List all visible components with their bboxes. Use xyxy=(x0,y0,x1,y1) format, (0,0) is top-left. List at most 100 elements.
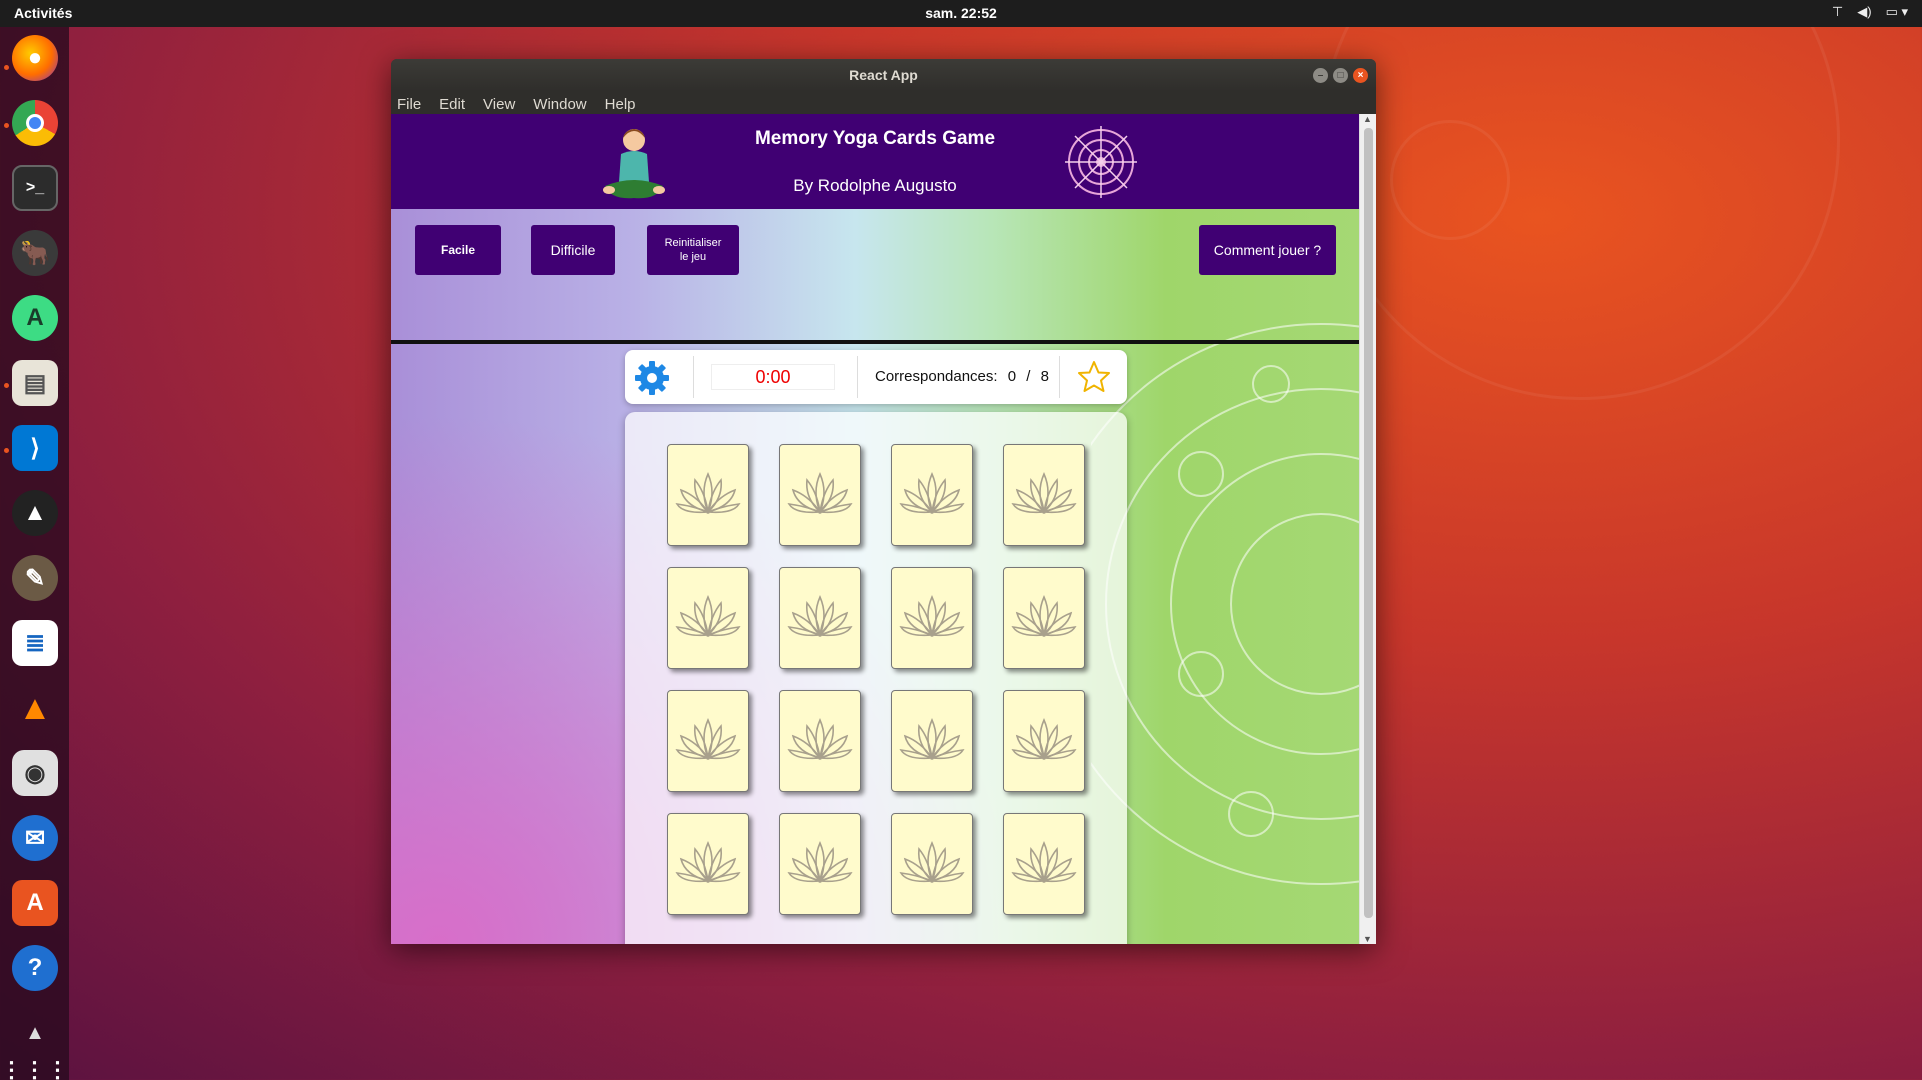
memory-card[interactable] xyxy=(667,690,749,792)
lotus-icon xyxy=(1009,468,1079,523)
speaker-icon[interactable]: ◉ xyxy=(12,750,58,796)
memory-card[interactable] xyxy=(779,567,861,669)
memory-card[interactable] xyxy=(667,444,749,546)
matches-total: 8 xyxy=(1040,368,1049,385)
scrollbar-thumb[interactable] xyxy=(1364,128,1373,918)
memory-card[interactable] xyxy=(779,444,861,546)
window-title: React App xyxy=(849,67,918,83)
activities-button[interactable]: Activités xyxy=(14,5,72,21)
memory-card[interactable] xyxy=(1003,690,1085,792)
app-window: React App – □ × File Edit View Window He… xyxy=(391,59,1376,944)
mandala-logo-icon xyxy=(1065,126,1137,198)
gimp-icon[interactable]: ✎ xyxy=(12,555,58,601)
window-titlebar[interactable]: React App – □ × xyxy=(391,59,1376,91)
help-icon[interactable]: ? xyxy=(12,945,58,991)
memory-card[interactable] xyxy=(891,567,973,669)
menu-view[interactable]: View xyxy=(483,96,515,113)
timer-display: 0:00 xyxy=(711,364,835,390)
volume-icon[interactable]: ◀) xyxy=(1857,4,1871,20)
menu-edit[interactable]: Edit xyxy=(439,96,465,113)
desktop-decoration xyxy=(1390,120,1510,240)
system-tray[interactable]: ⊤ ◀) ▭ ▾ xyxy=(1832,4,1908,20)
card-board xyxy=(625,412,1127,944)
memory-card[interactable] xyxy=(667,567,749,669)
reset-button-line2: le jeu xyxy=(679,251,707,263)
lotus-icon xyxy=(1009,591,1079,646)
reset-button[interactable]: Reinitialiser le jeu xyxy=(647,225,739,275)
menu-window[interactable]: Window xyxy=(533,96,586,113)
lotus-icon xyxy=(897,837,967,892)
matches-separator: / xyxy=(1026,368,1031,385)
chrome-icon[interactable] xyxy=(12,100,58,146)
memory-card[interactable] xyxy=(779,813,861,915)
lotus-icon xyxy=(673,714,743,769)
status-separator xyxy=(1059,356,1060,398)
memory-card[interactable] xyxy=(1003,567,1085,669)
top-bar: Activités sam. 22:52 ⊤ ◀) ▭ ▾ xyxy=(0,0,1922,27)
android-studio-icon[interactable]: A xyxy=(12,295,58,341)
lotus-icon xyxy=(897,591,967,646)
lotus-icon xyxy=(785,837,855,892)
battery-icon[interactable]: ▭ ▾ xyxy=(1886,4,1908,20)
hard-button[interactable]: Difficile xyxy=(531,225,615,275)
lotus-icon xyxy=(673,591,743,646)
app-grid-icon[interactable]: ⋮⋮⋮ xyxy=(1,1047,69,1080)
memory-card[interactable] xyxy=(891,813,973,915)
header-divider xyxy=(391,340,1359,344)
vscode-icon[interactable]: ⟩ xyxy=(12,425,58,471)
app-content: Memory Yoga Cards Game By Rodolphe Augus… xyxy=(391,114,1359,944)
lotus-icon xyxy=(1009,714,1079,769)
running-indicator xyxy=(4,65,9,70)
status-separator xyxy=(857,356,858,398)
terminal-icon[interactable]: >_ xyxy=(12,165,58,211)
thunderbird-icon[interactable]: ✉ xyxy=(12,815,58,861)
lotus-icon xyxy=(673,468,743,523)
memory-card[interactable] xyxy=(891,444,973,546)
vlc-icon[interactable]: ▲ xyxy=(12,685,58,731)
controls-toolbar: Facile Difficile Reinitialiser le jeu Co… xyxy=(391,209,1359,281)
lotus-icon xyxy=(897,714,967,769)
status-separator xyxy=(693,356,694,398)
app-author: By Rodolphe Augusto xyxy=(793,176,957,195)
lotus-icon xyxy=(785,468,855,523)
memory-card[interactable] xyxy=(779,690,861,792)
app-header: Memory Yoga Cards Game By Rodolphe Augus… xyxy=(391,114,1359,209)
mandala-background xyxy=(1091,323,1359,885)
vertical-scrollbar[interactable]: ▲ ▼ xyxy=(1359,114,1376,944)
memory-card[interactable] xyxy=(891,690,973,792)
scroll-up-arrow[interactable]: ▲ xyxy=(1363,114,1372,124)
close-button[interactable]: × xyxy=(1353,68,1368,83)
inkscape-icon[interactable]: ▲ xyxy=(12,490,58,536)
minimize-button[interactable]: – xyxy=(1313,68,1328,83)
running-indicator xyxy=(4,123,9,128)
menu-help[interactable]: Help xyxy=(605,96,636,113)
lotus-icon xyxy=(897,468,967,523)
memory-card[interactable] xyxy=(1003,444,1085,546)
lotus-icon xyxy=(673,837,743,892)
matches-label: Correspondances: xyxy=(875,368,998,385)
gnu-icon[interactable]: 🐂 xyxy=(12,230,58,276)
running-indicator xyxy=(4,448,9,453)
software-center-icon[interactable]: A xyxy=(12,880,58,926)
writer-icon[interactable]: ≣ xyxy=(12,620,58,666)
matches-found: 0 xyxy=(1007,368,1017,385)
app-title: Memory Yoga Cards Game xyxy=(754,128,996,149)
memory-card[interactable] xyxy=(667,813,749,915)
maximize-button[interactable]: □ xyxy=(1333,68,1348,83)
dock: ● >_ 🐂 A ▤ ⟩ ▲ ✎ ≣ ▲ ◉ ✉ A ? ▲ ⋮⋮⋮ xyxy=(0,27,69,1080)
clock[interactable]: sam. 22:52 xyxy=(925,5,997,21)
status-bar: 0:00 Correspondances: 0 / 8 xyxy=(625,350,1127,404)
network-icon[interactable]: ⊤ xyxy=(1832,4,1843,20)
memory-card[interactable] xyxy=(1003,813,1085,915)
easy-button[interactable]: Facile xyxy=(415,225,501,275)
firefox-icon[interactable]: ● xyxy=(12,35,58,81)
menu-file[interactable]: File xyxy=(397,96,421,113)
star-icon[interactable] xyxy=(1077,360,1111,394)
matches-counter: Correspondances: 0 / 8 xyxy=(875,368,1049,385)
reset-button-line1: Reinitialiser xyxy=(664,237,722,249)
settings-gear-icon[interactable] xyxy=(633,359,671,397)
how-to-play-button[interactable]: Comment jouer ? xyxy=(1199,225,1336,275)
scroll-down-arrow[interactable]: ▼ xyxy=(1363,934,1372,944)
file-manager-icon[interactable]: ▤ xyxy=(12,360,58,406)
running-indicator xyxy=(4,383,9,388)
